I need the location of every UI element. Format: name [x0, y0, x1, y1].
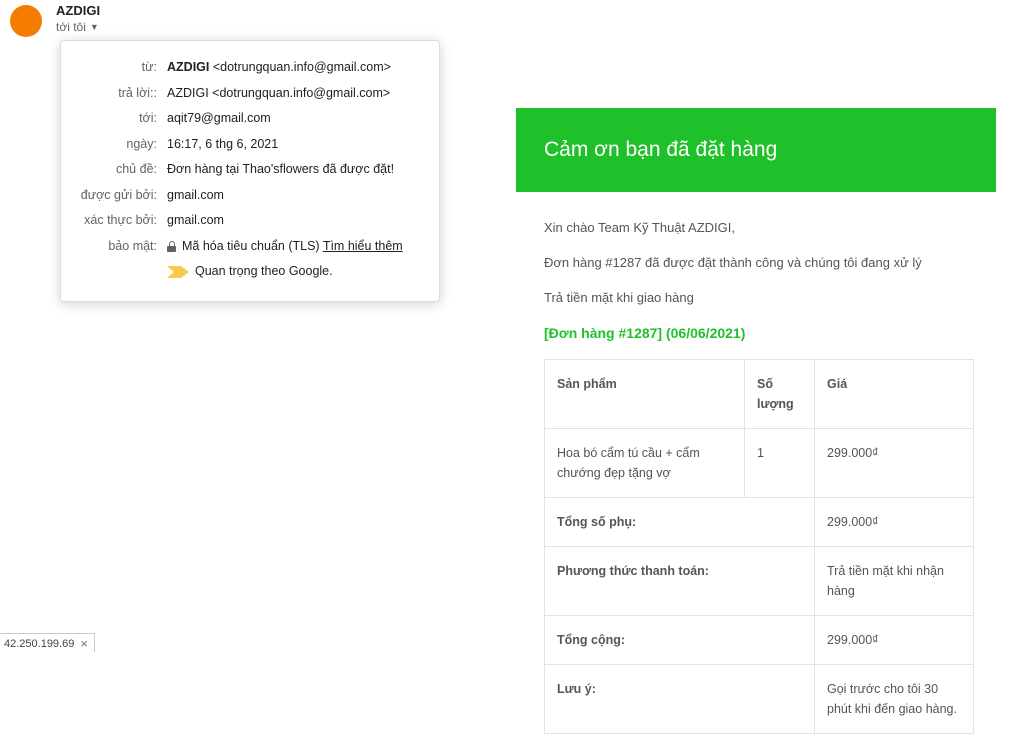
details-label-security: bảo mật:: [71, 238, 167, 256]
table-row: Phương thức thanh toán: Trả tiền mặt khi…: [545, 546, 974, 615]
cell-payment-label: Phương thức thanh toán:: [545, 546, 815, 615]
cell-payment-value: Trả tiền mặt khi nhận hàng: [815, 546, 974, 615]
details-value-importance: Quan trọng theo Google.: [167, 263, 333, 281]
details-row-to: tới: aqit79@gmail.com: [71, 106, 421, 132]
security-text: Mã hóa tiêu chuẩn (TLS): [182, 239, 323, 253]
details-row-signedby: xác thực bởi: gmail.com: [71, 208, 421, 234]
th-price: Giá: [815, 359, 974, 428]
details-label-blank: [71, 263, 167, 281]
cell-qty: 1: [745, 428, 815, 497]
details-value-security: Mã hóa tiêu chuẩn (TLS) Tìm hiểu thêm: [167, 238, 403, 256]
ip-overlay: 42.250.199.69 ×: [0, 633, 95, 652]
avatar[interactable]: [10, 5, 42, 37]
email-line-3: Trả tiền mặt khi giao hàng: [544, 288, 996, 309]
details-label-to: tới:: [71, 110, 167, 128]
details-row-importance: Quan trọng theo Google.: [71, 259, 421, 285]
details-row-date: ngày: 16:17, 6 thg 6, 2021: [71, 132, 421, 158]
importance-marker-icon: [167, 263, 189, 281]
details-value-mailedby: gmail.com: [167, 187, 224, 205]
th-qty: Số lượng: [745, 359, 815, 428]
details-label-signedby: xác thực bởi:: [71, 212, 167, 230]
cell-total-label: Tổng cộng:: [545, 615, 815, 664]
details-label-from: từ:: [71, 59, 167, 77]
recipient-dropdown[interactable]: tới tôi ▼: [56, 20, 100, 34]
close-icon[interactable]: ×: [80, 637, 88, 650]
table-row: Hoa bó cẩm tú cầu + cẩm chướng đẹp tặng …: [545, 428, 974, 497]
from-addr: <dotrungquan.info@gmail.com>: [209, 60, 391, 74]
table-row: Tổng số phụ: 299.000₫: [545, 497, 974, 546]
email-banner: Cảm ơn bạn đã đặt hàng: [516, 108, 996, 192]
cell-total-value: 299.000₫: [815, 615, 974, 664]
details-row-from: từ: AZDIGI <dotrungquan.info@gmail.com>: [71, 55, 421, 81]
details-value-replyto: AZDIGI <dotrungquan.info@gmail.com>: [167, 85, 390, 103]
details-row-replyto: trả lời:: AZDIGI <dotrungquan.info@gmail…: [71, 81, 421, 107]
details-value-to: aqit79@gmail.com: [167, 110, 271, 128]
email-line-2: Đơn hàng #1287 đã được đặt thành công và…: [544, 253, 996, 274]
details-label-mailedby: được gửi bởi:: [71, 187, 167, 205]
cell-price: 299.000₫: [815, 428, 974, 497]
ip-address-text: 42.250.199.69: [4, 638, 74, 650]
lock-icon: [167, 241, 177, 252]
sender-row: AZDIGI tới tôi ▼: [10, 3, 100, 37]
details-label-date: ngày:: [71, 136, 167, 154]
details-value-from: AZDIGI <dotrungquan.info@gmail.com>: [167, 59, 391, 77]
details-row-security: bảo mật: Mã hóa tiêu chuẩn (TLS) Tìm hiể…: [71, 234, 421, 260]
importance-text: Quan trọng theo Google.: [195, 264, 333, 278]
table-row: Tổng cộng: 299.000₫: [545, 615, 974, 664]
email-content: Xin chào Team Kỹ Thuật AZDIGI, Đơn hàng …: [516, 192, 996, 734]
from-name: AZDIGI: [167, 60, 209, 74]
order-title: [Đơn hàng #1287] (06/06/2021): [544, 322, 996, 344]
cell-subtotal-value: 299.000₫: [815, 497, 974, 546]
details-label-subject: chủ đề:: [71, 161, 167, 179]
details-value-subject: Đơn hàng tại Thao'sflowers đã được đặt!: [167, 161, 394, 179]
details-value-date: 16:17, 6 thg 6, 2021: [167, 136, 278, 154]
cell-subtotal-label: Tổng số phụ:: [545, 497, 815, 546]
cell-note-value: Gọi trước cho tôi 30 phút khi đến giao h…: [815, 664, 974, 733]
details-value-signedby: gmail.com: [167, 212, 224, 230]
th-product: Sản phẩm: [545, 359, 745, 428]
details-row-mailedby: được gửi bởi: gmail.com: [71, 183, 421, 209]
email-greeting: Xin chào Team Kỹ Thuật AZDIGI,: [544, 218, 996, 239]
table-header-row: Sản phẩm Số lượng Giá: [545, 359, 974, 428]
message-details-card: từ: AZDIGI <dotrungquan.info@gmail.com> …: [60, 40, 440, 302]
order-table: Sản phẩm Số lượng Giá Hoa bó cẩm tú cầu …: [544, 359, 974, 734]
recipient-line-text: tới tôi: [56, 20, 86, 34]
details-label-replyto: trả lời::: [71, 85, 167, 103]
details-row-subject: chủ đề: Đơn hàng tại Thao'sflowers đã đư…: [71, 157, 421, 183]
email-body-panel: Cảm ơn bạn đã đặt hàng Xin chào Team Kỹ …: [516, 0, 1016, 652]
security-learn-more-link[interactable]: Tìm hiểu thêm: [323, 239, 403, 253]
chevron-down-icon: ▼: [90, 22, 99, 32]
cell-note-label: Lưu ý:: [545, 664, 815, 733]
sender-name: AZDIGI: [56, 3, 100, 18]
table-row: Lưu ý: Gọi trước cho tôi 30 phút khi đến…: [545, 664, 974, 733]
cell-product: Hoa bó cẩm tú cầu + cẩm chướng đẹp tặng …: [545, 428, 745, 497]
sender-meta: AZDIGI tới tôi ▼: [56, 3, 100, 34]
